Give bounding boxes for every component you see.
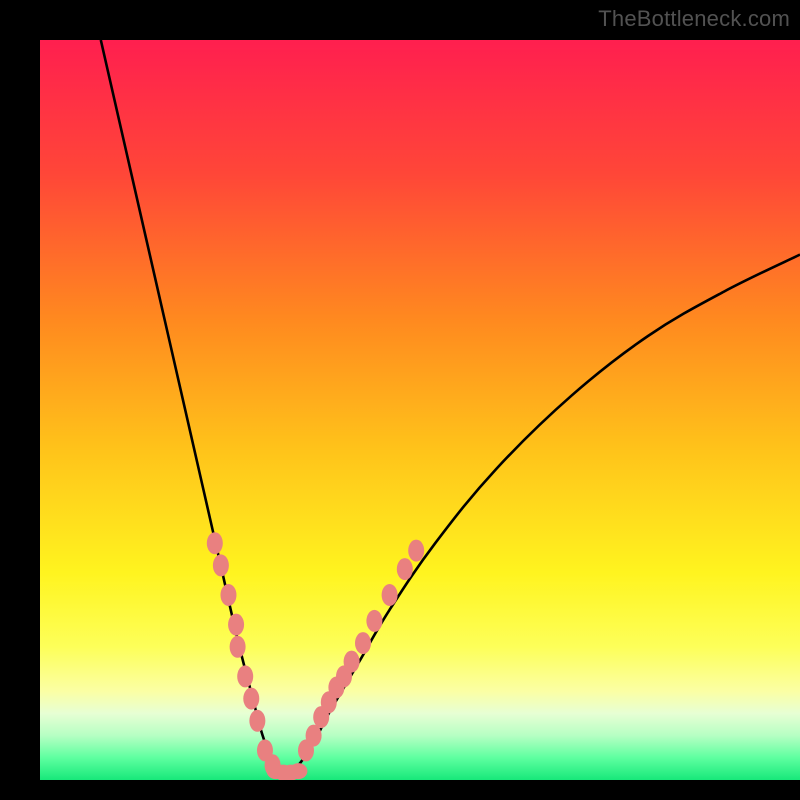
data-dot [408,540,424,562]
gradient-rect [40,40,800,780]
data-dot [397,558,413,580]
data-dot [213,554,229,576]
chart-svg [40,40,800,780]
data-dot [355,632,371,654]
data-dot [382,584,398,606]
data-dot [207,532,223,554]
data-dot [220,584,236,606]
data-dot [289,763,307,779]
data-dot [228,614,244,636]
data-dot [344,651,360,673]
watermark-text: TheBottleneck.com [598,6,790,32]
data-dot [306,725,322,747]
chart-frame: TheBottleneck.com [0,0,800,800]
data-dot [249,710,265,732]
data-dot [243,688,259,710]
data-dot [230,636,246,658]
data-dot [237,665,253,687]
data-dot [366,610,382,632]
plot-area [40,40,800,780]
